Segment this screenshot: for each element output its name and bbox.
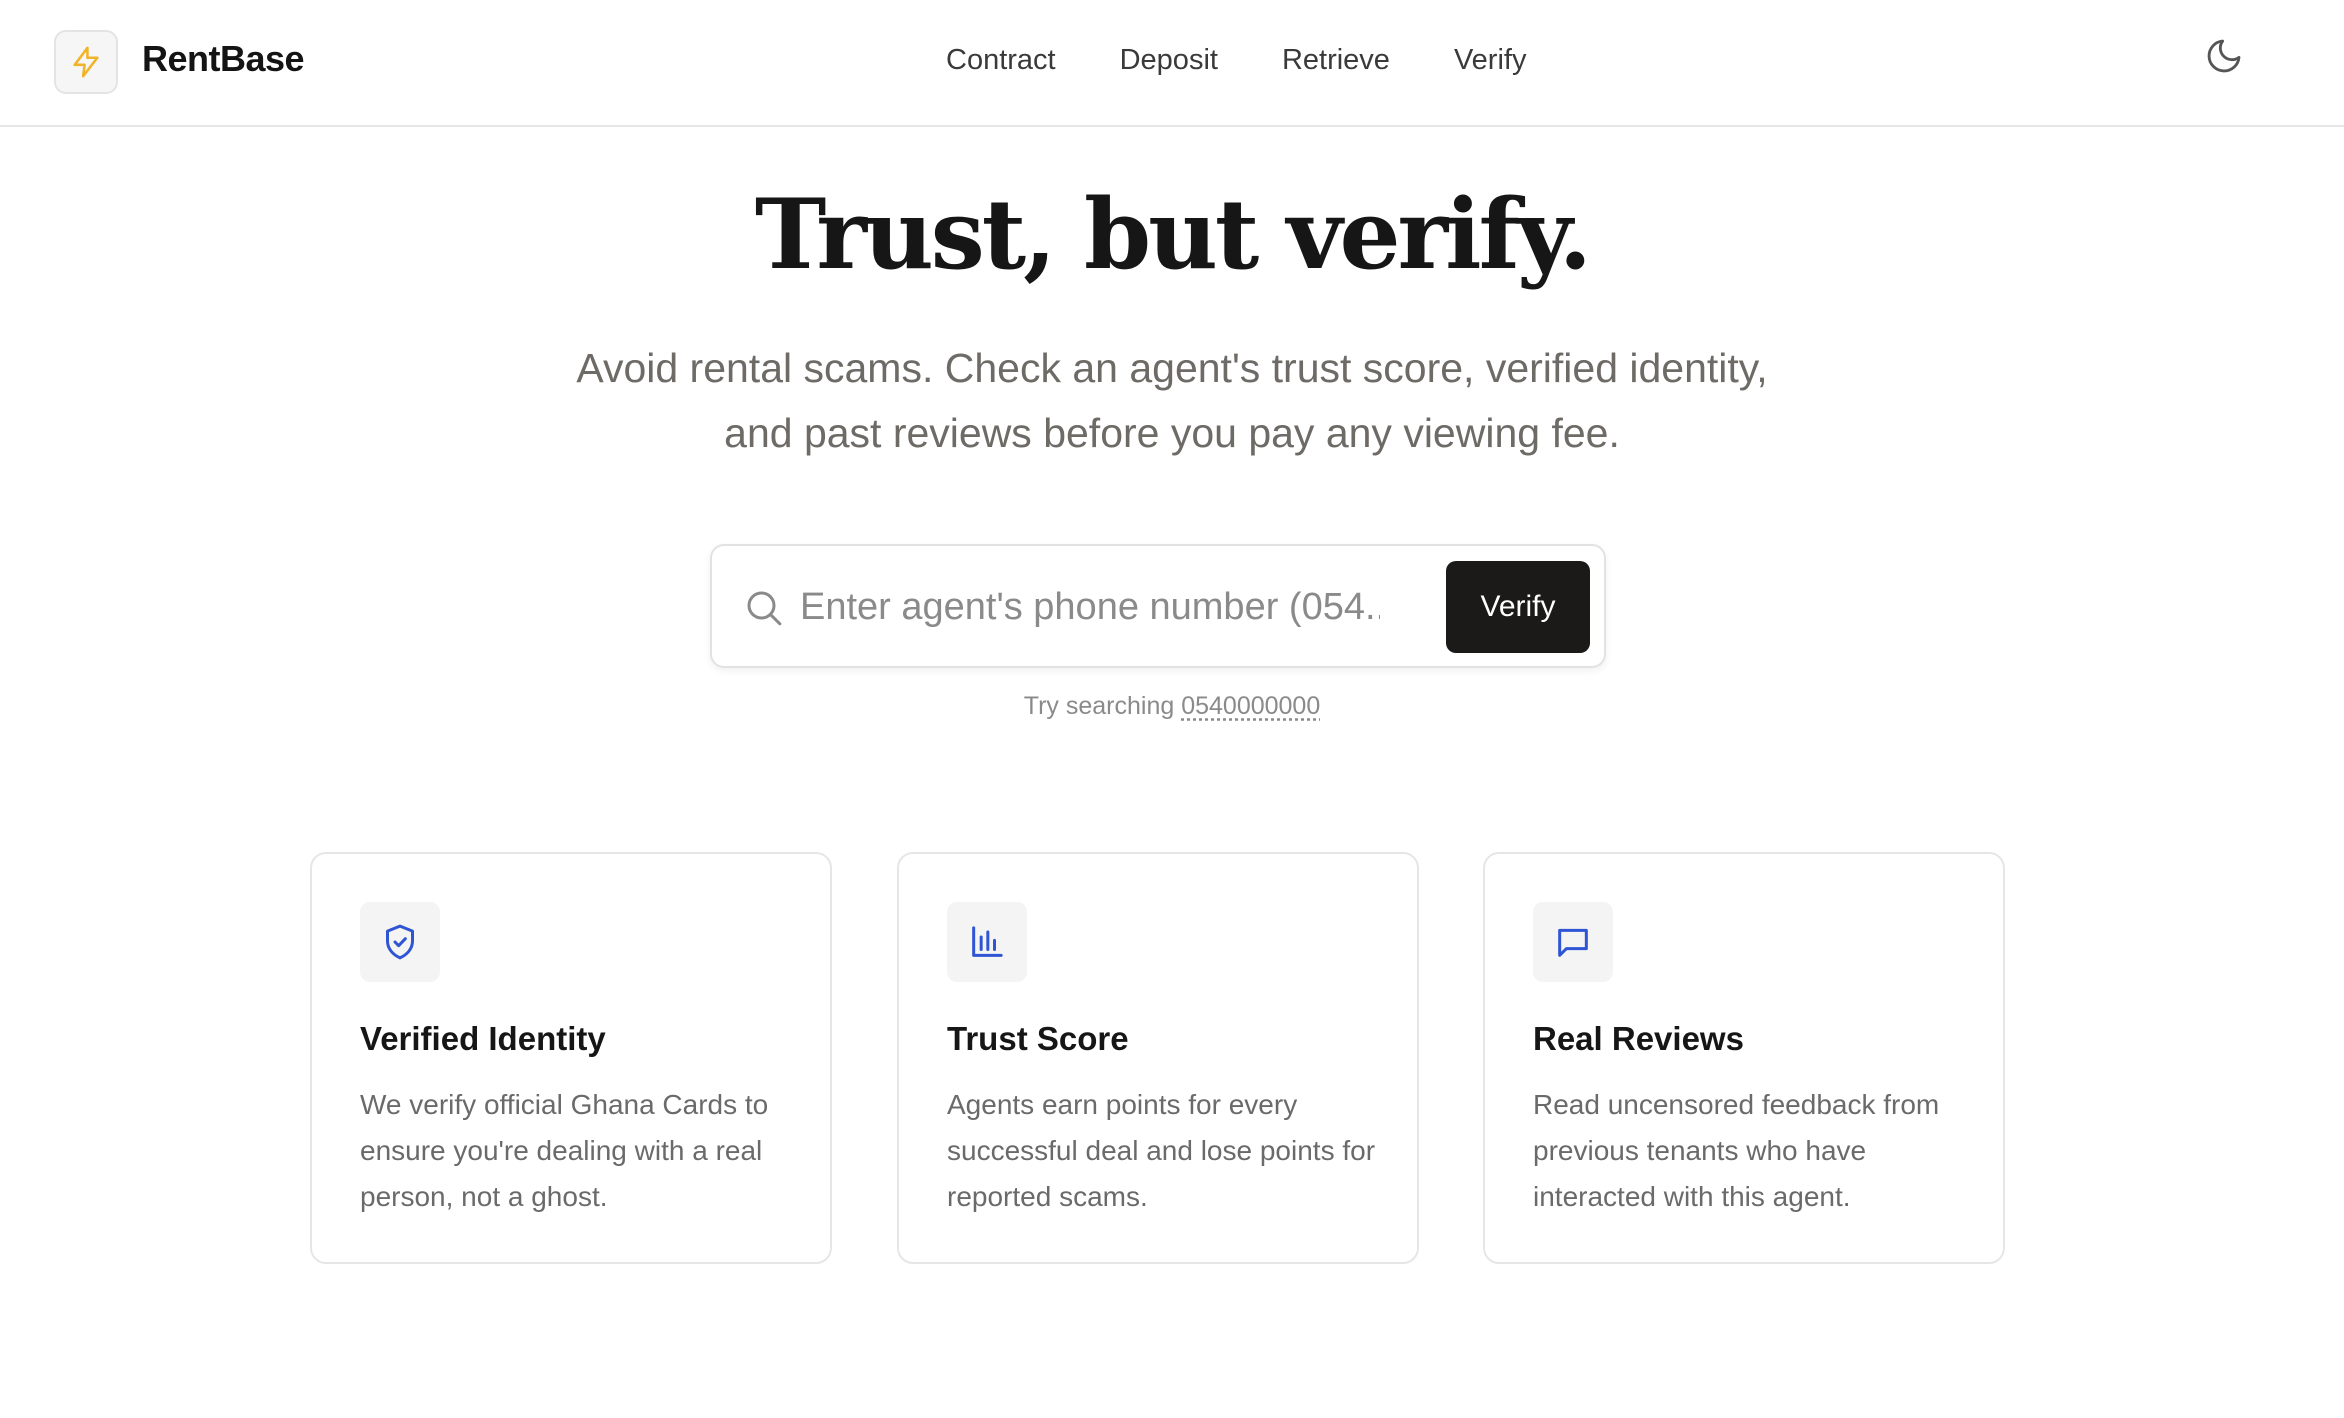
feature-description: Agents earn points for every successful …	[947, 1089, 1376, 1212]
message-square-icon	[1558, 928, 1588, 957]
logo-badge[interactable]	[54, 30, 118, 94]
feature-title: Real Reviews	[1533, 1020, 1744, 1057]
bar-chart-icon	[972, 926, 1003, 957]
nav-link-retrieve[interactable]: Retrieve	[1282, 44, 1390, 77]
nav-link-verify[interactable]: Verify	[1454, 44, 1527, 77]
feature-card-real-reviews: Real Reviews Read uncensored feedback fr…	[1483, 852, 2005, 1264]
search-hint-label: Try searching	[1023, 692, 1175, 720]
theme-toggle-button[interactable]	[2200, 32, 2248, 80]
feature-icon-tile	[947, 902, 1027, 982]
agent-search-bar: Verify	[710, 544, 1606, 668]
feature-title: Trust Score	[947, 1020, 1129, 1057]
feature-description: Read uncensored feedback from previous t…	[1533, 1089, 1940, 1212]
feature-icon-tile	[1533, 902, 1613, 982]
main-nav: Contract Deposit Retrieve Verify	[946, 44, 1526, 77]
hero-subtitle: Avoid rental scams. Check an agent's tru…	[576, 345, 1768, 456]
nav-link-contract[interactable]: Contract	[946, 44, 1056, 77]
search-icon	[747, 591, 782, 626]
brand-name[interactable]: RentBase	[142, 38, 305, 80]
shield-check-icon	[386, 924, 414, 960]
nav-link-deposit[interactable]: Deposit	[1120, 44, 1218, 77]
verify-button[interactable]: Verify	[1446, 561, 1590, 653]
agent-phone-input[interactable]	[800, 576, 1380, 638]
moon-icon	[2207, 39, 2241, 73]
feature-title: Verified Identity	[360, 1020, 606, 1057]
search-hint: Try searching 0540000000	[0, 692, 2344, 721]
hero-title: Trust, but verify.	[754, 178, 1592, 291]
feature-card-trust-score: Trust Score Agents earn points for every…	[897, 852, 1419, 1264]
feature-card-verified-identity: Verified Identity We verify official Gha…	[310, 852, 832, 1264]
lightning-bolt-icon	[73, 46, 99, 78]
top-nav-bar: RentBase Contract Deposit Retrieve Verif…	[0, 0, 2344, 127]
feature-icon-tile	[360, 902, 440, 982]
feature-description: We verify official Ghana Cards to ensure…	[360, 1089, 769, 1212]
sample-phone-link[interactable]: 0540000000	[1181, 692, 1320, 720]
